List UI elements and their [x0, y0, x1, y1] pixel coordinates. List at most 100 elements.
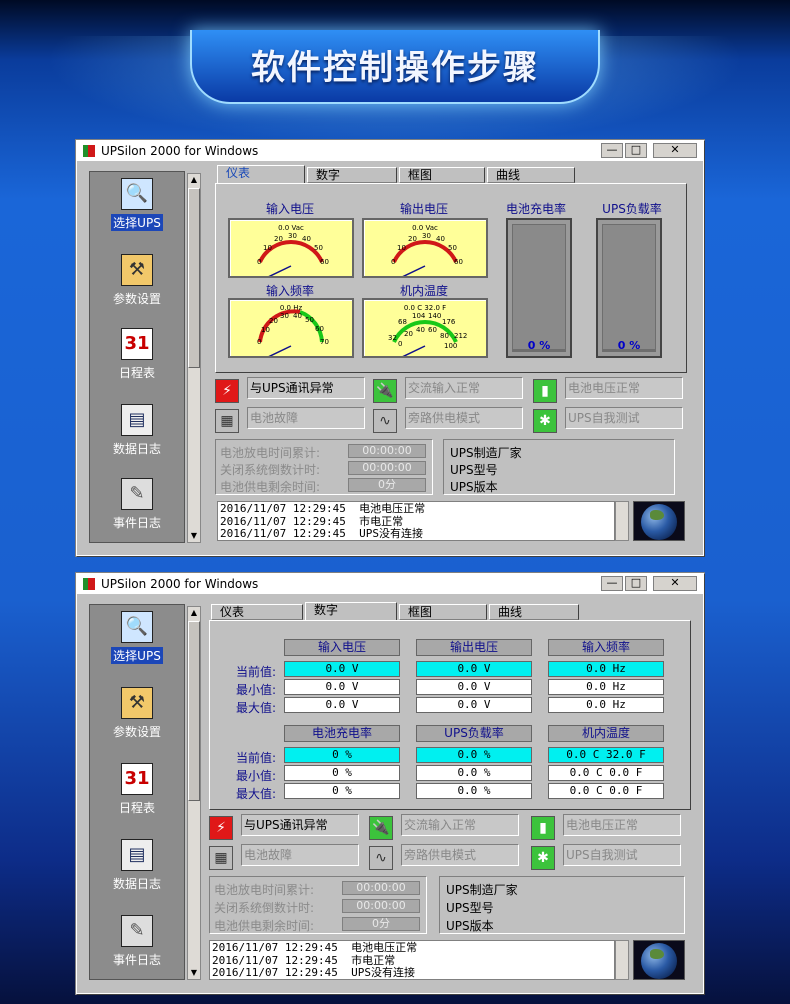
value-cell: 0.0 C 0.0 F [548, 765, 664, 781]
event-log-list[interactable]: 2016/11/07 12:29:45 电池电压正常 2016/11/07 12:… [209, 940, 615, 980]
scroll-down-icon[interactable]: ▼ [188, 530, 200, 542]
sidebar-item-select-ups[interactable]: 🔍 选择UPS [90, 178, 184, 231]
sidebar-item-event-log[interactable]: ✎ 事件日志 [90, 478, 184, 531]
gauge-input-freq: 0.0 Hz 0102030 40 5060 70 [228, 298, 354, 359]
timer-value: 0分 [342, 917, 420, 931]
maximize-button[interactable]: □ [625, 143, 647, 158]
timer-label: 电池放电时间累计: [220, 446, 321, 460]
value-cell: 0.0 V [284, 697, 400, 713]
event-log-list[interactable]: 2016/11/07 12:29:45 电池电压正常 2016/11/07 12:… [217, 501, 615, 541]
status-bypass: 旁路供电模式 [405, 407, 523, 429]
row-label-min: 最小值: [235, 769, 276, 783]
value-cell: 0.0 Hz [548, 679, 664, 695]
sidebar-item-params[interactable]: ⚒ 参数设置 [90, 254, 184, 307]
scroll-up-icon[interactable]: ▲ [188, 607, 200, 619]
gauge-panel: 输入电压 0.0 Vac 01020 30 4050 60 输出电压 0.0 Vac … [215, 183, 687, 373]
value-cell: 0.0 V [416, 679, 532, 695]
value-cell: 0.0 V [416, 697, 532, 713]
sidebar-item-data-log[interactable]: ▤ 数据日志 [90, 839, 184, 892]
value-cell: 0.0 Hz [548, 697, 664, 713]
log-line: 2016/11/07 12:29:45 电池电压正常 [220, 502, 426, 515]
status-self-test: UPS自我测试 [565, 407, 683, 429]
ups-model: UPS型号 [450, 463, 498, 477]
window-numeric: UPSilon 2000 for Windows — □ ✕ 🔍 选择UPS ⚒… [76, 573, 704, 994]
sidebar-item-label: 日程表 [118, 366, 155, 380]
bar-title-ups-load: UPS负载率 [602, 202, 662, 216]
document-icon: ▤ [121, 404, 153, 436]
log-line: 2016/11/07 12:29:45 UPS没有连接 [212, 966, 415, 979]
svg-text:0.0 C 32.0 F: 0.0 C 32.0 F [404, 304, 446, 312]
gauge-unit: 0.0 Vac [278, 224, 304, 232]
status-battery-fault: 电池故障 [247, 407, 365, 429]
scrollbar-thumb[interactable] [188, 621, 200, 801]
scroll-down-icon[interactable]: ▼ [188, 967, 200, 979]
status-ac-input: 交流输入正常 [405, 377, 523, 399]
status-comm: 与UPS通讯异常 [241, 814, 359, 836]
banner-title: 软件控制操作步骤 [251, 48, 539, 88]
tab-gauges[interactable]: 仪表 [211, 604, 303, 620]
log-scrollbar[interactable] [615, 940, 629, 980]
tab-block-diagram[interactable]: 框图 [399, 167, 485, 183]
sidebar-scrollbar[interactable]: ▲ ▼ [187, 606, 201, 980]
svg-text:010203040506070: 0102030 40 5060 70 [257, 312, 329, 346]
tab-numeric[interactable]: 数字 [307, 167, 397, 183]
timer-label: 关闭系统倒数计时: [214, 901, 315, 915]
close-button[interactable]: ✕ [653, 143, 697, 158]
status-comm: 与UPS通讯异常 [247, 377, 365, 399]
numeric-header: 输出电压 [416, 639, 532, 656]
ups-model: UPS型号 [446, 901, 494, 915]
maximize-button[interactable]: □ [625, 576, 647, 591]
bar-battery-charge: 0 % [506, 218, 572, 358]
globe-icon [633, 940, 685, 980]
value-cell: 0 % [284, 783, 400, 799]
svg-text:0102030405060: 01020 30 4050 60 [391, 232, 463, 266]
scrollbar-thumb[interactable] [188, 188, 200, 368]
numeric-header: 电池充电率 [284, 725, 400, 742]
sidebar-item-label: 事件日志 [112, 516, 161, 530]
ups-version: UPS版本 [446, 919, 494, 933]
minimize-button[interactable]: — [601, 143, 623, 158]
scroll-up-icon[interactable]: ▲ [188, 174, 200, 186]
tab-curve[interactable]: 曲线 [489, 604, 579, 620]
value-cell: 0 % [284, 765, 400, 781]
log-scrollbar[interactable] [615, 501, 629, 541]
timer-value: 0分 [348, 478, 426, 492]
hammer-icon: ⚒ [121, 254, 153, 286]
hammer-icon: ⚒ [121, 687, 153, 719]
sidebar-item-label: 数据日志 [112, 442, 161, 456]
row-label-min: 最小值: [235, 683, 276, 697]
tab-curve[interactable]: 曲线 [487, 167, 575, 183]
title-bar[interactable]: UPSilon 2000 for Windows — □ ✕ [77, 141, 703, 161]
gauge-title-input-freq: 输入频率 [265, 284, 314, 298]
sidebar-item-event-log[interactable]: ✎ 事件日志 [90, 915, 184, 968]
value-cell: 0.0 C 0.0 F [548, 783, 664, 799]
close-button[interactable]: ✕ [653, 576, 697, 591]
sidebar-item-label: 数据日志 [112, 877, 161, 891]
calendar-icon: 31 [121, 763, 153, 795]
sidebar-item-label: 事件日志 [112, 953, 161, 967]
timer-value: 00:00:00 [348, 461, 426, 475]
sidebar-scrollbar[interactable]: ▲ ▼ [187, 173, 201, 543]
timer-value: 00:00:00 [348, 444, 426, 458]
timer-box: 电池放电时间累计: 00:00:00 关闭系统倒数计时: 00:00:00 电池… [209, 876, 427, 934]
tab-gauges[interactable]: 仪表 [217, 165, 305, 183]
value-cell: 0.0 % [416, 783, 532, 799]
tab-block-diagram[interactable]: 框图 [399, 604, 487, 620]
sidebar-item-data-log[interactable]: ▤ 数据日志 [90, 404, 184, 457]
sidebar-item-params[interactable]: ⚒ 参数设置 [90, 687, 184, 740]
status-self-test: UPS自我测试 [563, 844, 681, 866]
sidebar-item-label: 参数设置 [112, 292, 161, 306]
tab-numeric[interactable]: 数字 [305, 602, 397, 620]
battery-fault-icon: ▦ [209, 846, 233, 870]
value-cell: 0.0 % [416, 765, 532, 781]
sidebar-item-select-ups[interactable]: 🔍 选择UPS [90, 611, 184, 664]
log-line: 2016/11/07 12:29:45 电池电压正常 [212, 941, 418, 954]
value-cell: 0.0 V [284, 679, 400, 695]
minimize-button[interactable]: — [601, 576, 623, 591]
ups-manufacturer: UPS制造厂家 [450, 446, 522, 460]
sidebar-item-schedule[interactable]: 31 日程表 [90, 763, 184, 816]
sidebar-item-schedule[interactable]: 31 日程表 [90, 328, 184, 381]
status-ac-input: 交流输入正常 [401, 814, 519, 836]
title-bar[interactable]: UPSilon 2000 for Windows — □ ✕ [77, 574, 703, 594]
sidebar-item-label: 选择UPS [111, 214, 163, 231]
